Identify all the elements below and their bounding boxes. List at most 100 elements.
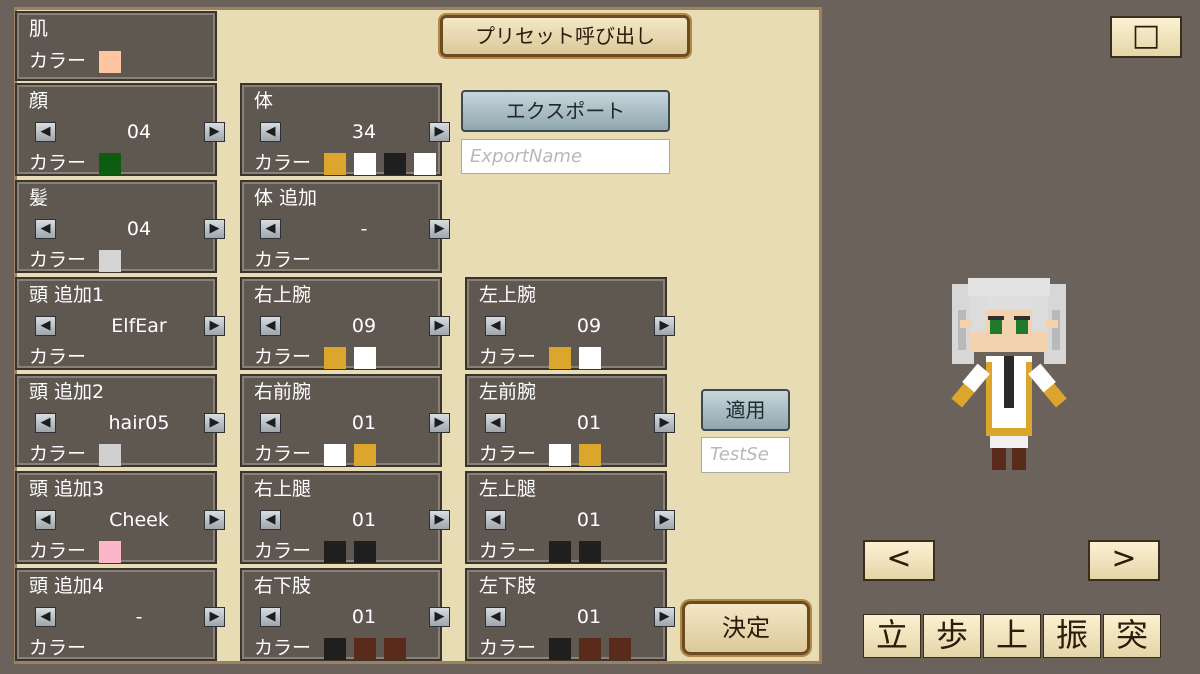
next-value-button[interactable]: ▶ xyxy=(429,510,450,530)
next-value-button[interactable]: ▶ xyxy=(654,510,675,530)
confirm-button[interactable]: 決定 xyxy=(682,601,810,655)
prev-value-button[interactable]: ◀ xyxy=(260,122,281,142)
apply-button[interactable]: 適用 xyxy=(701,389,790,431)
prev-value-button[interactable]: ◀ xyxy=(260,219,281,239)
pose-label: 上 xyxy=(995,616,1028,654)
color-swatch[interactable] xyxy=(354,638,376,660)
card-value: 01 xyxy=(576,606,602,628)
window-toggle-button[interactable]: □ xyxy=(1110,16,1182,58)
next-value-button[interactable]: ▶ xyxy=(429,316,450,336)
pose-button-walk[interactable]: 歩 xyxy=(923,614,981,658)
color-swatch[interactable] xyxy=(354,444,376,466)
color-swatch[interactable] xyxy=(549,347,571,369)
card-body: 体 ◀ 34 ▶ カラー xyxy=(240,83,450,176)
prev-value-button[interactable]: ◀ xyxy=(260,316,281,336)
value-selector: ◀ 01 ▶ xyxy=(479,603,675,631)
next-value-button[interactable]: ▶ xyxy=(204,219,225,239)
pose-button-swing[interactable]: 振 xyxy=(1043,614,1101,658)
color-row: カラー xyxy=(29,634,219,662)
apply-name-input[interactable]: TestSe xyxy=(701,437,790,473)
prev-value-button[interactable]: ◀ xyxy=(485,607,506,627)
color-swatch[interactable] xyxy=(579,541,601,563)
card-value: 01 xyxy=(351,509,377,531)
card-l-lower-leg: 左下肢 ◀ 01 ▶ カラー xyxy=(465,568,675,662)
color-row: カラー xyxy=(29,149,219,177)
export-name-input[interactable]: ExportName xyxy=(461,139,670,174)
color-swatch[interactable] xyxy=(354,541,376,563)
export-button[interactable]: エクスポート xyxy=(461,90,670,132)
card-value: 01 xyxy=(351,412,377,434)
prev-character-button[interactable]: < xyxy=(863,540,935,581)
color-swatch[interactable] xyxy=(99,541,121,563)
color-label: カラー xyxy=(479,637,537,659)
prev-value-button[interactable]: ◀ xyxy=(35,413,56,433)
pose-button-thrust[interactable]: 突 xyxy=(1103,614,1161,658)
next-value-button[interactable]: ▶ xyxy=(204,316,225,336)
color-swatch[interactable] xyxy=(384,153,406,175)
color-swatch[interactable] xyxy=(99,250,121,272)
next-value-button[interactable]: ▶ xyxy=(654,607,675,627)
color-label: カラー xyxy=(254,152,312,174)
color-swatch[interactable] xyxy=(324,153,346,175)
color-swatch[interactable] xyxy=(324,444,346,466)
card-head-extra2: 頭 追加2 ◀ hair05 ▶ カラー xyxy=(15,374,225,467)
card-title: 頭 追加1 xyxy=(29,284,105,306)
value-selector: ◀ ElfEar ▶ xyxy=(29,312,225,340)
pose-button-stand[interactable]: 立 xyxy=(863,614,921,658)
next-value-button[interactable]: ▶ xyxy=(654,316,675,336)
prev-value-button[interactable]: ◀ xyxy=(260,607,281,627)
card-title: 頭 追加3 xyxy=(29,478,105,500)
prev-value-button[interactable]: ◀ xyxy=(485,510,506,530)
preset-load-button[interactable]: プリセット呼び出し xyxy=(440,15,690,57)
next-value-button[interactable]: ▶ xyxy=(654,413,675,433)
next-value-button[interactable]: ▶ xyxy=(429,413,450,433)
color-swatch[interactable] xyxy=(99,153,121,175)
card-title: 左上腿 xyxy=(479,478,537,500)
color-swatch[interactable] xyxy=(324,347,346,369)
color-row: カラー xyxy=(479,634,669,662)
prev-value-button[interactable]: ◀ xyxy=(485,413,506,433)
color-swatch[interactable] xyxy=(549,541,571,563)
value-selector: ◀ hair05 ▶ xyxy=(29,409,225,437)
color-swatch[interactable] xyxy=(324,541,346,563)
color-row: カラー xyxy=(254,246,444,274)
next-value-button[interactable]: ▶ xyxy=(429,219,450,239)
next-character-button[interactable]: > xyxy=(1088,540,1160,581)
next-value-button[interactable]: ▶ xyxy=(204,122,225,142)
prev-value-button[interactable]: ◀ xyxy=(35,510,56,530)
color-swatch[interactable] xyxy=(579,638,601,660)
color-swatch[interactable] xyxy=(324,638,346,660)
next-value-button[interactable]: ▶ xyxy=(429,607,450,627)
color-row: カラー xyxy=(479,343,669,371)
card-hair: 髪 ◀ 04 ▶ カラー xyxy=(15,180,225,273)
color-swatch[interactable] xyxy=(414,153,436,175)
color-swatch[interactable] xyxy=(549,638,571,660)
next-value-button[interactable]: ▶ xyxy=(204,510,225,530)
prev-value-button[interactable]: ◀ xyxy=(485,316,506,336)
color-swatch[interactable] xyxy=(549,444,571,466)
color-swatch[interactable] xyxy=(384,638,406,660)
prev-value-button[interactable]: ◀ xyxy=(260,510,281,530)
card-face: 顔 ◀ 04 ▶ カラー xyxy=(15,83,225,177)
prev-value-button[interactable]: ◀ xyxy=(35,316,56,336)
prev-value-button[interactable]: ◀ xyxy=(260,413,281,433)
pose-button-up[interactable]: 上 xyxy=(983,614,1041,658)
color-swatch[interactable] xyxy=(609,638,631,660)
value-selector: ◀ 04 ▶ xyxy=(29,118,225,146)
card-value: hair05 xyxy=(108,412,170,434)
color-swatch[interactable] xyxy=(579,347,601,369)
next-value-button[interactable]: ▶ xyxy=(204,413,225,433)
color-swatch[interactable] xyxy=(354,347,376,369)
next-value-button[interactable]: ▶ xyxy=(429,122,450,142)
prev-value-button[interactable]: ◀ xyxy=(35,219,56,239)
color-swatch[interactable] xyxy=(354,153,376,175)
prev-value-button[interactable]: ◀ xyxy=(35,607,56,627)
card-title: 右上腕 xyxy=(254,284,312,306)
color-swatch[interactable] xyxy=(99,444,121,466)
color-swatch[interactable] xyxy=(579,444,601,466)
next-value-button[interactable]: ▶ xyxy=(204,607,225,627)
card-title: 髪 xyxy=(29,187,49,209)
color-swatch[interactable] xyxy=(99,51,121,73)
pose-label: 立 xyxy=(875,616,908,654)
prev-value-button[interactable]: ◀ xyxy=(35,122,56,142)
